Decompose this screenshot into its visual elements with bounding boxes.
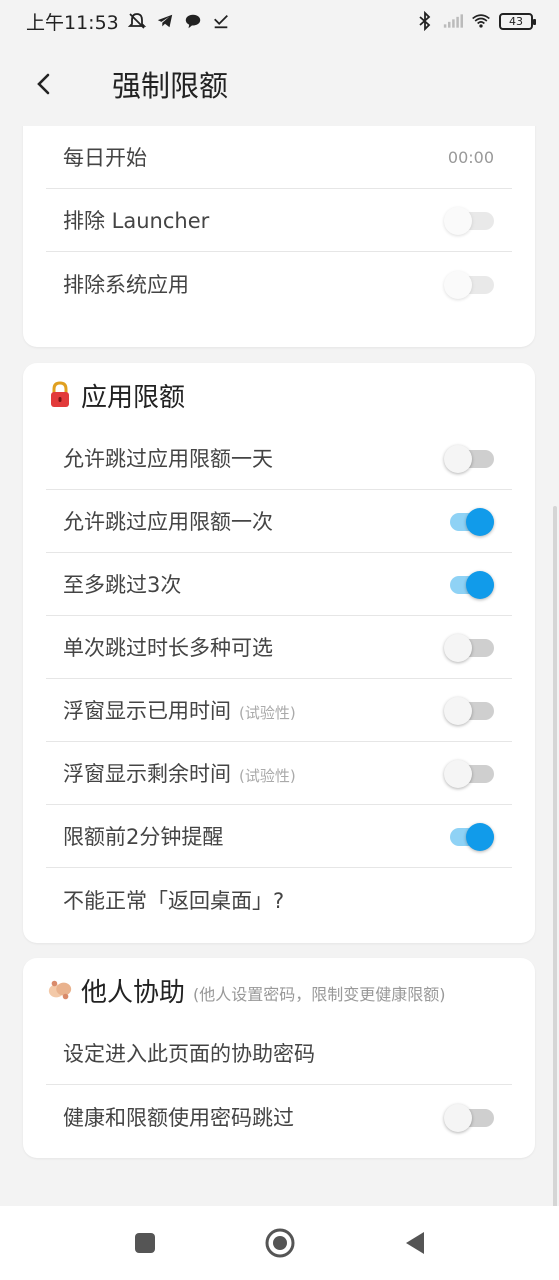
reminder-2min-row[interactable]: 限额前2分钟提醒: [46, 805, 512, 868]
cannot-return-home-label: 不能正常「返回桌面」?: [63, 888, 285, 913]
exclude-system-apps-toggle: [444, 270, 494, 299]
skip-limit-day-label: 允许跳过应用限额一天: [63, 447, 273, 471]
recents-button[interactable]: [125, 1223, 165, 1263]
assist-card: 他人协助 (他人设置密码，限制变更健康限额) 设定进入此页面的协助密码 健康和限…: [23, 958, 535, 1158]
square-icon: [134, 1233, 155, 1253]
skip-duration-options-row[interactable]: 单次跳过时长多种可选: [46, 616, 512, 679]
skip-limit-day-row[interactable]: 允许跳过应用限额一天: [46, 427, 512, 490]
exclude-launcher-row: 排除 Launcher: [46, 189, 512, 252]
skip-limit-once-toggle[interactable]: [444, 508, 494, 536]
assist-subtitle: (他人设置密码，限制变更健康限额): [193, 985, 446, 1004]
max-skip-3-toggle[interactable]: [444, 571, 494, 599]
general-settings-card: 每日开始 00:00 排除 Launcher 排除系统应用: [23, 126, 535, 347]
daily-start-label: 每日开始: [63, 146, 147, 170]
float-used-time-row[interactable]: 浮窗显示已用时间 (试验性): [46, 679, 512, 742]
lock-icon: [47, 380, 73, 410]
assist-header: 他人协助 (他人设置密码，限制变更健康限额): [23, 958, 535, 1022]
skip-limit-once-row[interactable]: 允许跳过应用限额一次: [46, 490, 512, 553]
handshake-icon: [47, 975, 73, 1005]
mute-notifications-icon: [127, 11, 147, 31]
assist-title: 他人协助: [81, 977, 186, 1008]
float-used-time-toggle[interactable]: [444, 697, 494, 725]
status-left: 上午11:53: [26, 8, 231, 35]
exclude-system-apps-label: 排除系统应用: [63, 272, 189, 297]
page-title: 强制限额: [112, 69, 229, 103]
app-limit-title: 应用限额: [81, 382, 186, 413]
set-assist-password-row[interactable]: 设定进入此页面的协助密码: [46, 1022, 512, 1085]
circle-icon: [265, 1228, 294, 1258]
status-bar: 上午11:53 43: [0, 0, 559, 42]
float-remaining-time-row[interactable]: 浮窗显示剩余时间 (试验性): [46, 742, 512, 805]
back-button[interactable]: [14, 54, 74, 114]
chat-bubble-icon: [183, 11, 203, 31]
exclude-system-apps-row: 排除系统应用: [46, 252, 512, 315]
exclude-launcher-label: 排除 Launcher: [63, 209, 210, 233]
wifi-icon: [471, 11, 491, 31]
skip-duration-options-toggle[interactable]: [444, 634, 494, 662]
app-limit-card: 应用限额 允许跳过应用限额一天 允许跳过应用限额一次 至多跳过3次 单次跳过时长…: [23, 363, 535, 943]
float-remaining-time-label-group: 浮窗显示剩余时间 (试验性): [63, 758, 296, 788]
back-nav-button[interactable]: [395, 1223, 435, 1263]
float-used-time-label-group: 浮窗显示已用时间 (试验性): [63, 695, 296, 725]
float-remaining-time-toggle[interactable]: [444, 760, 494, 788]
password-skip-label: 健康和限额使用密码跳过: [63, 1105, 294, 1130]
chevron-left-icon: [37, 73, 50, 95]
telegram-icon: [155, 11, 175, 31]
cannot-return-home-row[interactable]: 不能正常「返回桌面」?: [46, 868, 512, 931]
home-button[interactable]: [260, 1223, 300, 1263]
app-limit-header: 应用限额: [23, 363, 535, 427]
settings-scroll-area[interactable]: 每日开始 00:00 排除 Launcher 排除系统应用 应用限额 允许跳过应…: [0, 126, 559, 1206]
max-skip-3-label: 至多跳过3次: [63, 573, 182, 597]
experimental-tag: (试验性): [239, 767, 296, 785]
scrollbar[interactable]: [553, 506, 557, 1206]
bluetooth-icon: [415, 11, 435, 31]
max-skip-3-row[interactable]: 至多跳过3次: [46, 553, 512, 616]
skip-duration-options-label: 单次跳过时长多种可选: [63, 636, 273, 660]
app-bar: 强制限额: [0, 42, 559, 126]
reminder-2min-toggle[interactable]: [444, 823, 494, 851]
exclude-launcher-toggle: [444, 207, 494, 235]
download-done-icon: [211, 11, 231, 31]
signal-icon: [443, 11, 463, 31]
daily-start-value: 00:00: [447, 147, 494, 167]
password-skip-toggle[interactable]: [444, 1103, 494, 1132]
experimental-tag: (试验性): [239, 704, 296, 722]
float-used-time-label: 浮窗显示已用时间: [63, 699, 231, 723]
triangle-back-icon: [405, 1232, 424, 1254]
reminder-2min-label: 限额前2分钟提醒: [63, 825, 224, 849]
set-assist-password-label: 设定进入此页面的协助密码: [63, 1042, 315, 1066]
system-nav-bar: [0, 1206, 559, 1280]
password-skip-row[interactable]: 健康和限额使用密码跳过: [46, 1085, 512, 1148]
daily-start-row[interactable]: 每日开始 00:00: [46, 126, 512, 189]
float-remaining-time-label: 浮窗显示剩余时间: [63, 762, 231, 786]
battery-indicator: 43: [499, 12, 536, 30]
status-right: 43: [415, 11, 536, 31]
status-time: 上午11:53: [26, 11, 119, 34]
skip-limit-day-toggle[interactable]: [444, 445, 494, 473]
skip-limit-once-label: 允许跳过应用限额一次: [63, 510, 273, 534]
